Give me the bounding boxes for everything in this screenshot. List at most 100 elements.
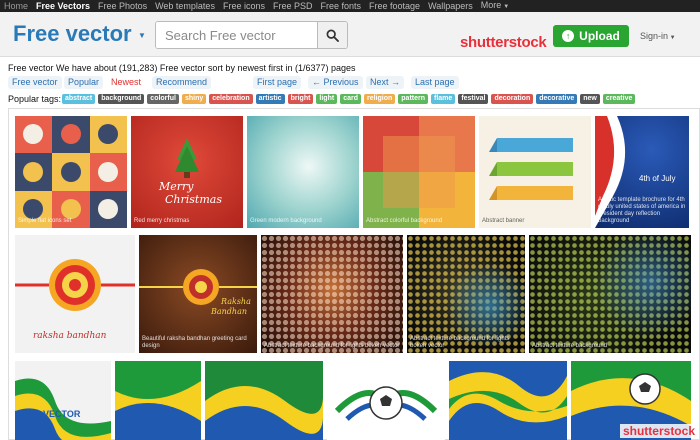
thumbnail-caption: Abstract banner <box>482 218 525 224</box>
nav-wallpapers[interactable]: Wallpapers <box>424 0 477 12</box>
tag-new[interactable]: new <box>580 94 600 104</box>
nav-web-templates[interactable]: Web templates <box>151 0 219 12</box>
nav-free-psd[interactable]: Free PSD <box>269 0 317 12</box>
july-text: 4th of July <box>639 174 676 183</box>
thumbnail[interactable]: VECTOR <box>15 361 111 440</box>
thumbnail-caption: Simple flat icons set <box>18 218 72 224</box>
thumbnail-caption: Red merry christmas <box>134 218 190 224</box>
tab-recommend[interactable]: Recommend <box>152 76 212 89</box>
thumbnail[interactable] <box>115 361 201 440</box>
bokeh-grid <box>529 235 691 353</box>
search-icon <box>326 29 339 42</box>
signin-link[interactable]: Sign-in ▼ <box>640 31 676 41</box>
thumbnail[interactable]: Raksha Bandhan Beautiful raksha bandhan … <box>139 235 257 353</box>
upload-label: Upload <box>579 29 620 43</box>
nav-free-footage[interactable]: Free footage <box>365 0 424 12</box>
rakhi-text-3: Bandhan <box>211 307 247 316</box>
site-brand[interactable]: Free vector <box>13 21 132 47</box>
brazil-flag-art <box>205 386 323 440</box>
tag-light[interactable]: light <box>316 94 338 104</box>
next-page-button[interactable]: Next → <box>366 76 405 89</box>
brazil-waves-art <box>115 361 201 440</box>
christmas-text: Christmas <box>165 193 222 206</box>
tag-card[interactable]: card <box>340 94 361 104</box>
thumbnail[interactable]: Abstract texture background for lights b… <box>407 235 525 353</box>
brazil-waves-art <box>449 372 567 423</box>
flat-icons-art <box>15 116 127 228</box>
tag-festival[interactable]: festival <box>458 94 489 104</box>
tag-background[interactable]: background <box>98 94 145 104</box>
thumbnail[interactable]: Green modern background <box>247 116 359 228</box>
christmas-tree-icon <box>175 138 199 178</box>
tag-shiny[interactable]: shiny <box>181 94 207 104</box>
brand-dropdown-icon[interactable]: ▼ <box>138 31 146 40</box>
tag-flame[interactable]: flame <box>431 94 456 104</box>
popular-tags: abstract background colorful shiny celebrati… <box>62 94 636 104</box>
nav-free-photos[interactable]: Free Photos <box>94 0 151 12</box>
tag-celebration[interactable]: celebration <box>209 94 253 104</box>
thumbnail[interactable]: Merry Christmas Red merry christmas <box>131 116 243 228</box>
thumbnail-caption: Abstract texture background <box>532 343 608 349</box>
thumbnail-caption: Abstract texture background for lights b… <box>264 343 400 349</box>
brazil-swoosh-art <box>15 378 111 440</box>
search-input[interactable] <box>156 22 318 48</box>
tag-religion[interactable]: religion <box>364 94 396 104</box>
thumbnail-caption: Abstract texture background for lights b… <box>410 336 510 349</box>
bokeh-grid <box>261 235 403 353</box>
chevron-down-icon: ▼ <box>503 4 510 10</box>
nav-free-icons[interactable]: Free icons <box>219 0 269 12</box>
results-info: Free vector We have about (191,283) Free… <box>8 63 356 73</box>
thumbnail[interactable]: Simple flat icons set <box>15 116 127 228</box>
tab-free-vector[interactable]: Free vector <box>8 76 62 89</box>
header: Free vector ▼ shutterstock ↑ Upload Sign… <box>0 12 700 57</box>
tag-abstract[interactable]: abstract <box>62 94 96 104</box>
tag-creative[interactable]: creative <box>602 94 636 104</box>
shutterstock-logo[interactable]: shutterstock <box>460 34 547 51</box>
thumbnail[interactable]: Abstract colorful background <box>363 116 475 228</box>
tag-bright[interactable]: bright <box>287 94 314 104</box>
thumbnail[interactable] <box>205 361 323 440</box>
rakhi-text: raksha bandhan <box>33 331 107 341</box>
tab-popular[interactable]: Popular <box>64 76 104 89</box>
signin-label: Sign-in <box>640 31 669 41</box>
banner-ribbons-art <box>489 138 573 200</box>
previous-page-button[interactable]: ← Previous <box>308 76 363 89</box>
nav-free-fonts[interactable]: Free fonts <box>317 0 366 12</box>
merry-text: Merry <box>159 180 194 193</box>
nav-more[interactable]: More ▼ <box>477 0 513 12</box>
search-box <box>155 21 348 49</box>
nav-home[interactable]: Home <box>0 0 32 12</box>
thumbnail[interactable] <box>449 361 567 440</box>
tab-newest[interactable]: Newest <box>107 76 146 89</box>
thumbnail[interactable] <box>327 361 445 440</box>
thumbnail[interactable]: Abstract texture background for lights b… <box>261 235 403 353</box>
soccer-ball-icon <box>334 386 438 421</box>
thumbnail-caption: Artistic template brochure for 4th of ju… <box>598 197 686 224</box>
tag-colorful[interactable]: colorful <box>147 94 179 104</box>
thumbnail[interactable]: 4th of July Artistic template brochure f… <box>595 116 689 228</box>
popular-tags-label: Popular tags: <box>8 94 62 104</box>
shutterstock-watermark: shutterstock <box>619 424 698 438</box>
first-page-button[interactable]: First page <box>253 76 302 89</box>
thumbnail-caption: Abstract colorful background <box>366 218 443 224</box>
top-nav: Home Free Vectors Free Photos Web templa… <box>0 0 700 12</box>
thumbnail[interactable]: Abstract texture background <box>529 235 691 353</box>
thumbnail-caption: Green modern background <box>250 218 322 224</box>
tag-decoration[interactable]: decoration <box>491 94 534 104</box>
rakhi-text-2: Raksha <box>221 297 251 306</box>
vector-word: VECTOR <box>43 409 81 419</box>
nav-more-label: More <box>480 0 502 10</box>
upload-arrow-icon: ↑ <box>562 30 575 42</box>
chevron-down-icon: ▼ <box>668 35 676 41</box>
search-button[interactable] <box>317 22 347 48</box>
thumbnail[interactable]: Abstract banner <box>479 116 591 228</box>
colorful-squares-art <box>363 116 475 228</box>
tag-decorative[interactable]: decorative <box>536 94 578 104</box>
last-page-button[interactable]: Last page <box>411 76 459 89</box>
tag-pattern[interactable]: pattern <box>398 94 429 104</box>
tag-artistic[interactable]: artistic <box>255 94 285 104</box>
nav-free-vectors[interactable]: Free Vectors <box>32 0 94 12</box>
thumbnail[interactable]: raksha bandhan <box>15 235 135 353</box>
thumbnail-caption: Beautiful raksha bandhan greeting card d… <box>142 336 247 349</box>
upload-button[interactable]: ↑ Upload <box>553 25 629 47</box>
